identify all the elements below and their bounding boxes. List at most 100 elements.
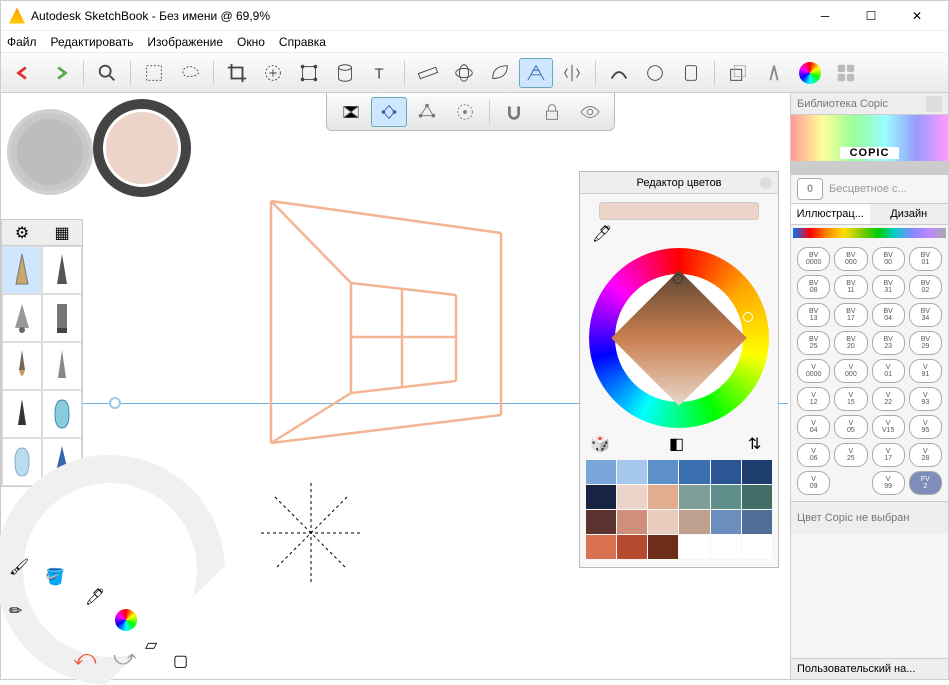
shape-button[interactable] (638, 58, 672, 88)
copic-chip-V17[interactable]: V17 (872, 443, 905, 467)
lagoon-redo-button[interactable]: ⤻ (113, 645, 141, 673)
copic-chip-V06[interactable]: V06 (797, 443, 830, 467)
copic-tab-design[interactable]: Дизайн (870, 204, 949, 224)
copic-chip-FV2[interactable]: FV2 (909, 471, 942, 495)
swatch-15[interactable] (679, 510, 709, 534)
copic-chip-BV01[interactable]: BV01 (909, 247, 942, 271)
lagoon-tool-1[interactable]: 🖌 (9, 557, 37, 585)
french-curve-button[interactable] (483, 58, 517, 88)
copic-chip-BV20[interactable]: BV20 (834, 331, 867, 355)
menu-help[interactable]: Справка (279, 35, 326, 49)
lasso-select-button[interactable] (173, 58, 207, 88)
color-wheel[interactable] (589, 248, 769, 428)
swatch-4[interactable] (711, 460, 741, 484)
vanishing-point[interactable] (109, 397, 121, 409)
eyedropper-icon[interactable]: 🖊 (592, 224, 612, 244)
swatch-20[interactable] (648, 535, 678, 559)
perspective-fisheye-button[interactable] (447, 97, 483, 127)
copic-chip-BV13[interactable]: BV13 (797, 303, 830, 327)
lagoon-tool-3[interactable]: 🖊 (85, 587, 113, 615)
ellipse-guide-button[interactable] (447, 58, 481, 88)
swatch-12[interactable] (586, 510, 616, 534)
copic-collapse-bar[interactable] (791, 161, 948, 175)
ui-toggle-button[interactable] (829, 58, 863, 88)
brush-palette-tab-grid[interactable]: ▦ (42, 220, 82, 245)
swatch-6[interactable] (586, 485, 616, 509)
copic-chip-V22[interactable]: V22 (872, 387, 905, 411)
copic-chip-V15[interactable]: V15 (834, 387, 867, 411)
swatch-7[interactable] (617, 485, 647, 509)
brush-smudge[interactable] (42, 342, 82, 390)
lagoon-undo-button[interactable]: ⤺ (73, 645, 101, 673)
color-puck[interactable] (7, 99, 187, 203)
copic-chip-BV04[interactable]: BV04 (872, 303, 905, 327)
visibility-button[interactable] (572, 97, 608, 127)
add-frame-button[interactable] (256, 58, 290, 88)
randomize-icon[interactable]: 🎲 (590, 434, 610, 454)
copic-close-icon[interactable] (926, 96, 942, 112)
color-wheel-button[interactable] (793, 58, 827, 88)
lagoon-brush-icon[interactable]: ✏ (9, 601, 37, 629)
swatch-5[interactable] (742, 460, 772, 484)
copic-chip-BV23[interactable]: BV23 (872, 331, 905, 355)
menu-edit[interactable]: Редактировать (51, 35, 134, 49)
copic-chip-V95[interactable]: V95 (909, 415, 942, 439)
swatch-10[interactable] (711, 485, 741, 509)
copic-chip-BV08[interactable]: BV08 (797, 275, 830, 299)
undo-button[interactable] (7, 58, 41, 88)
copic-chip-V99[interactable]: V99 (872, 471, 905, 495)
copic-chip-V05[interactable]: V05 (834, 415, 867, 439)
swatch-23[interactable] (742, 535, 772, 559)
copic-chip-BV17[interactable]: BV17 (834, 303, 867, 327)
quad-transform-button[interactable] (292, 58, 326, 88)
fill-button[interactable] (674, 58, 708, 88)
copic-tab-illustration[interactable]: Иллюстрац... (791, 204, 870, 224)
brush-airbrush[interactable] (2, 294, 42, 342)
swatch-21[interactable] (679, 535, 709, 559)
copic-chip-V93[interactable]: V93 (909, 387, 942, 411)
copic-footer[interactable]: Пользовательский на... (791, 658, 948, 679)
swatch-8[interactable] (648, 485, 678, 509)
copic-none-chip[interactable]: 0 (797, 178, 823, 200)
lagoon-color-icon[interactable] (115, 609, 143, 637)
copic-chip-BV29[interactable]: BV29 (909, 331, 942, 355)
lagoon-layers-icon[interactable]: ▢ (173, 651, 201, 679)
brush-paintbrush[interactable] (2, 342, 42, 390)
secondary-color-puck[interactable] (7, 109, 93, 195)
redo-button[interactable] (43, 58, 77, 88)
text-button[interactable]: T (364, 58, 398, 88)
marquee-select-button[interactable] (137, 58, 171, 88)
swatch-16[interactable] (711, 510, 741, 534)
ruler-button[interactable] (411, 58, 445, 88)
brush-ink[interactable] (2, 390, 42, 438)
brush-pencil[interactable] (2, 246, 42, 294)
lagoon-select-icon[interactable]: ▱ (145, 635, 173, 663)
copic-chip-V91[interactable]: V91 (909, 359, 942, 383)
sliders-icon[interactable]: ⇅ (748, 434, 768, 454)
swatch-13[interactable] (617, 510, 647, 534)
perspective-2pt-button[interactable] (371, 97, 407, 127)
symmetry-button[interactable] (555, 58, 589, 88)
perspective-button[interactable] (519, 58, 553, 88)
zoom-button[interactable] (90, 58, 124, 88)
copic-chip-BV34[interactable]: BV34 (909, 303, 942, 327)
copic-chip-BV00[interactable]: BV00 (872, 247, 905, 271)
layers-button[interactable] (721, 58, 755, 88)
copic-chip-BV11[interactable]: BV11 (834, 275, 867, 299)
stroke-style-button[interactable] (602, 58, 636, 88)
swatch-9[interactable] (679, 485, 709, 509)
copic-hue-strip[interactable] (793, 228, 946, 238)
copic-chip-VV15[interactable]: VV15 (872, 415, 905, 439)
copic-chip-V01[interactable]: V01 (872, 359, 905, 383)
primary-color-puck[interactable] (93, 99, 191, 197)
copic-chip-BV31[interactable]: BV31 (872, 275, 905, 299)
menu-window[interactable]: Окно (237, 35, 265, 49)
swatch-0[interactable] (586, 460, 616, 484)
transparency-icon[interactable]: ◧ (669, 434, 689, 454)
swatch-22[interactable] (711, 535, 741, 559)
swatch-3[interactable] (679, 460, 709, 484)
crop-button[interactable] (220, 58, 254, 88)
copic-chip-V28[interactable]: V28 (909, 443, 942, 467)
copic-chip-V09[interactable]: V09 (797, 471, 830, 495)
brush-eraser-hard[interactable] (42, 390, 82, 438)
